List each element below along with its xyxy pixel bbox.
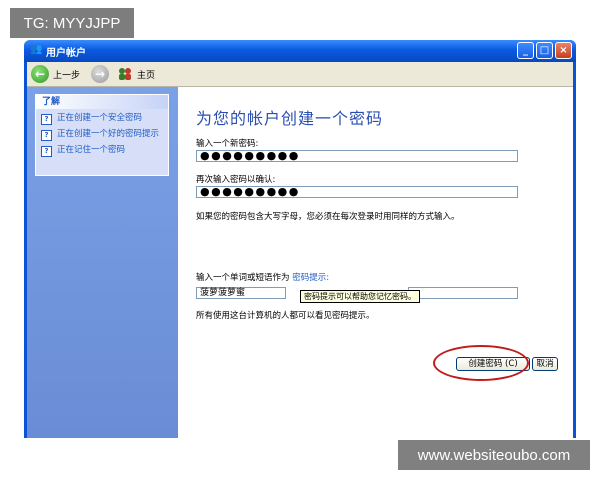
password-hint-input-extension[interactable]: [408, 287, 518, 299]
hint-tooltip: 密码提示可以帮助您记忆密码。: [300, 290, 420, 303]
help-icon: ?: [41, 146, 52, 157]
new-password-label: 输入一个新密码:: [196, 139, 259, 149]
confirm-password-input[interactable]: ●●●●●●●●●: [196, 186, 518, 198]
sidebar-item-remember-password[interactable]: ? 正在记住一个密码: [41, 145, 164, 157]
help-icon: ?: [41, 114, 52, 125]
cancel-button[interactable]: 取消: [532, 357, 558, 371]
learn-about-box: 了解 ? 正在创建一个安全密码 ? 正在创建一个好的密码提示 ? 正在记住一个密…: [35, 94, 169, 176]
sidebar-item-good-hint[interactable]: ? 正在创建一个好的密码提示: [41, 129, 164, 141]
minimize-button[interactable]: _: [517, 42, 534, 59]
title-bar[interactable]: 👥 用户帐户 _ □ ×: [24, 40, 576, 62]
page-title: 为您的帐户创建一个密码: [196, 109, 384, 128]
user-accounts-window: 👥 用户帐户 _ □ × ← 上一步 → 主页 了解 ? 正在创建一个安全密码 …: [24, 40, 576, 438]
hint-prompt: 输入一个单词或短语作为 密码提示:: [196, 271, 329, 283]
task-pane: 了解 ? 正在创建一个安全密码 ? 正在创建一个好的密码提示 ? 正在记住一个密…: [27, 87, 178, 438]
hint-label: 输入一个单词或短语作为: [196, 273, 290, 283]
password-hint-input[interactable]: 菠萝菠萝蜜: [196, 287, 286, 299]
sidebar-item-label: 正在创建一个好的密码提示: [57, 129, 160, 139]
watermark-top: TG: MYYJJPP: [10, 8, 134, 38]
learn-about-header: 了解: [36, 95, 168, 109]
case-sensitivity-note: 如果您的密码包含大写字母，您必须在每次登录时用同样的方式输入。: [196, 212, 460, 222]
new-password-input[interactable]: ●●●●●●●●●: [196, 150, 518, 162]
create-password-button[interactable]: 创建密码 (C): [456, 357, 530, 371]
close-button[interactable]: ×: [555, 42, 572, 59]
back-arrow-icon[interactable]: ←: [31, 65, 49, 83]
back-button[interactable]: 上一步: [53, 68, 80, 81]
help-icon: ?: [41, 130, 52, 141]
sidebar-item-label: 正在创建一个安全密码: [57, 113, 143, 123]
forward-arrow-icon[interactable]: →: [91, 65, 109, 83]
maximize-button[interactable]: □: [536, 42, 553, 59]
password-hint-link[interactable]: 密码提示:: [292, 273, 329, 283]
sidebar-item-label: 正在记住一个密码: [57, 145, 126, 155]
main-content: 为您的帐户创建一个密码 输入一个新密码: ●●●●●●●●● 再次输入密码以确认…: [178, 87, 573, 438]
home-users-icon[interactable]: [117, 66, 133, 82]
home-button[interactable]: 主页: [137, 68, 155, 81]
window-title: 用户帐户: [46, 48, 86, 59]
watermark-bottom: www.websiteoubo.com: [398, 440, 590, 470]
confirm-password-label: 再次输入密码以确认:: [196, 175, 276, 185]
toolbar: ← 上一步 → 主页: [27, 62, 573, 87]
hint-visibility-note: 所有使用这台计算机的人都可以看见密码提示。: [196, 311, 375, 321]
sidebar-item-secure-password[interactable]: ? 正在创建一个安全密码: [41, 113, 164, 125]
user-accounts-icon: 👥: [30, 44, 43, 55]
